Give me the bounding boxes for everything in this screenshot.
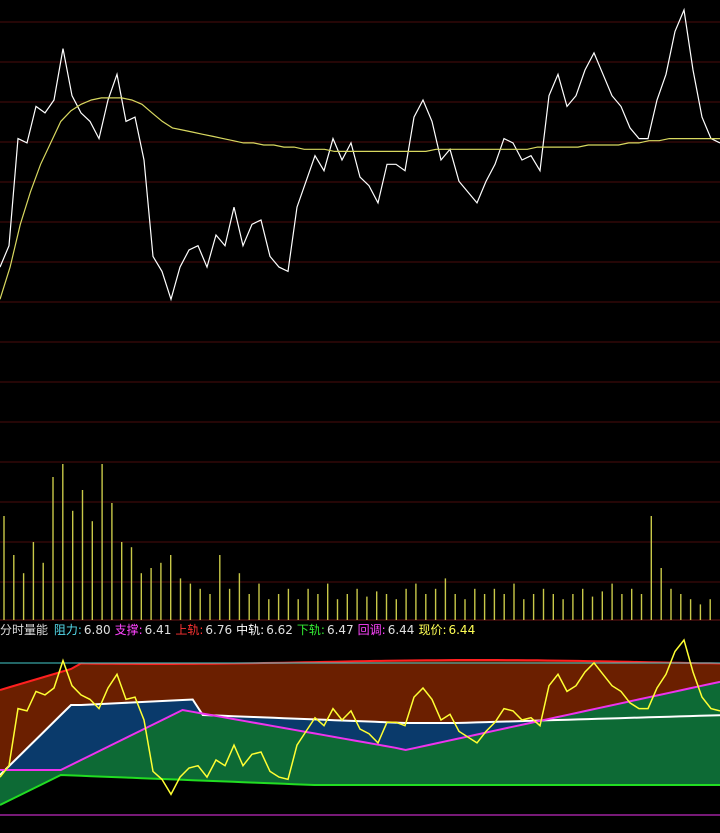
legend-label: 回调:: [357, 623, 386, 637]
legend-value: 6.62: [266, 623, 293, 637]
grid-layer: [0, 21, 720, 621]
legend-item-1: 支撑: 6.41: [115, 622, 174, 638]
legend-label: 下轨:: [296, 623, 325, 637]
legend-item-6: 现价: 6.44: [418, 622, 477, 638]
legend-value: 6.80: [83, 623, 111, 637]
legend-label: 中轨:: [236, 623, 265, 637]
legend-value: 6.41: [144, 623, 172, 637]
indicator-title: 分时量能: [0, 623, 49, 637]
indicator-items: 阻力: 6.80 支撑: 6.41 上轨: 6.76 中轨: 6.62 下轨: 6.47 回调: 6.…: [54, 623, 479, 637]
chart-root: [0, 0, 720, 833]
price-line: [0, 7, 720, 302]
legend-item-3: 中轨: 6.62: [236, 622, 295, 638]
legend-value: 6.44: [387, 623, 415, 637]
price-panel: [0, 7, 720, 302]
indicator-legend: 分时量能 阻力: 6.80 支撑: 6.41 上轨: 6.76 中轨: 6.62 下轨: 6.47…: [0, 622, 481, 638]
legend-value: 6.76: [205, 623, 233, 637]
legend-item-0: 阻力: 6.80: [54, 622, 113, 638]
legend-label: 阻力:: [53, 623, 82, 637]
legend-value: 6.47: [326, 623, 354, 637]
chart-canvas[interactable]: [0, 0, 720, 833]
average-price-line: [0, 97, 720, 300]
legend-item-2: 上轨: 6.76: [175, 622, 234, 638]
indicator-panel: [0, 638, 720, 816]
legend-item-5: 回调: 6.44: [358, 622, 417, 638]
legend-value: 6.44: [448, 623, 476, 637]
legend-label: 支撑:: [114, 623, 143, 637]
legend-label: 上轨:: [175, 623, 204, 637]
legend-item-4: 下轨: 6.47: [297, 622, 356, 638]
legend-label: 现价:: [418, 623, 447, 637]
